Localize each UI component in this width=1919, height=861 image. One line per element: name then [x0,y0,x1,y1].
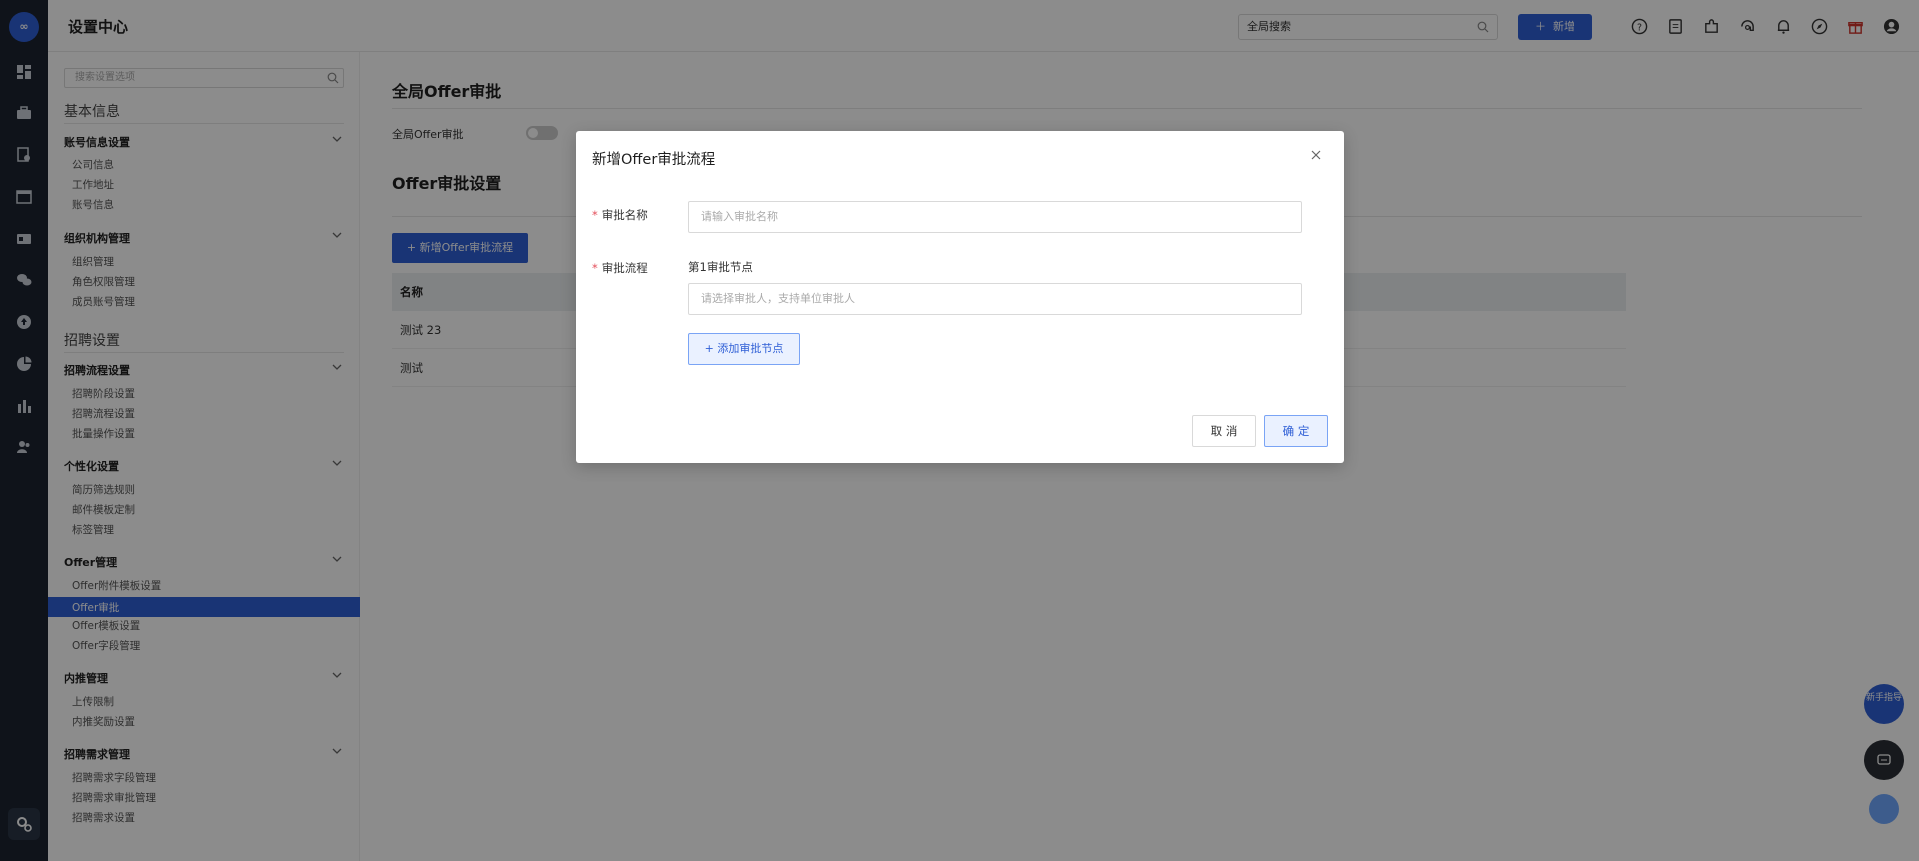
new-approval-flow-dialog: 新增Offer审批流程 * 审批名称 请输入审批名称 * 审批流程 第1审批节点 请… [576,131,1344,463]
close-icon[interactable] [1310,149,1322,161]
approval-name-label-text: 审批名称 [601,208,648,222]
approval-name-placeholder: 请输入审批名称 [701,210,778,223]
add-approval-node-button[interactable]: + 添加审批节点 [688,333,800,365]
required-mark: * [592,208,598,222]
required-mark: * [592,261,598,275]
approver-placeholder: 请选择审批人，支持单位审批人 [701,292,855,305]
approval-node-label: 第1审批节点 [688,260,753,274]
cancel-button[interactable]: 取 消 [1192,415,1256,447]
confirm-button[interactable]: 确 定 [1264,415,1328,447]
approval-flow-label: * 审批流程 [592,260,648,276]
approval-flow-label-text: 审批流程 [601,261,648,275]
approval-name-input[interactable]: 请输入审批名称 [688,201,1302,233]
approval-name-label: * 审批名称 [592,207,648,223]
dialog-title: 新增Offer审批流程 [592,152,716,168]
approver-select[interactable]: 请选择审批人，支持单位审批人 [688,283,1302,315]
